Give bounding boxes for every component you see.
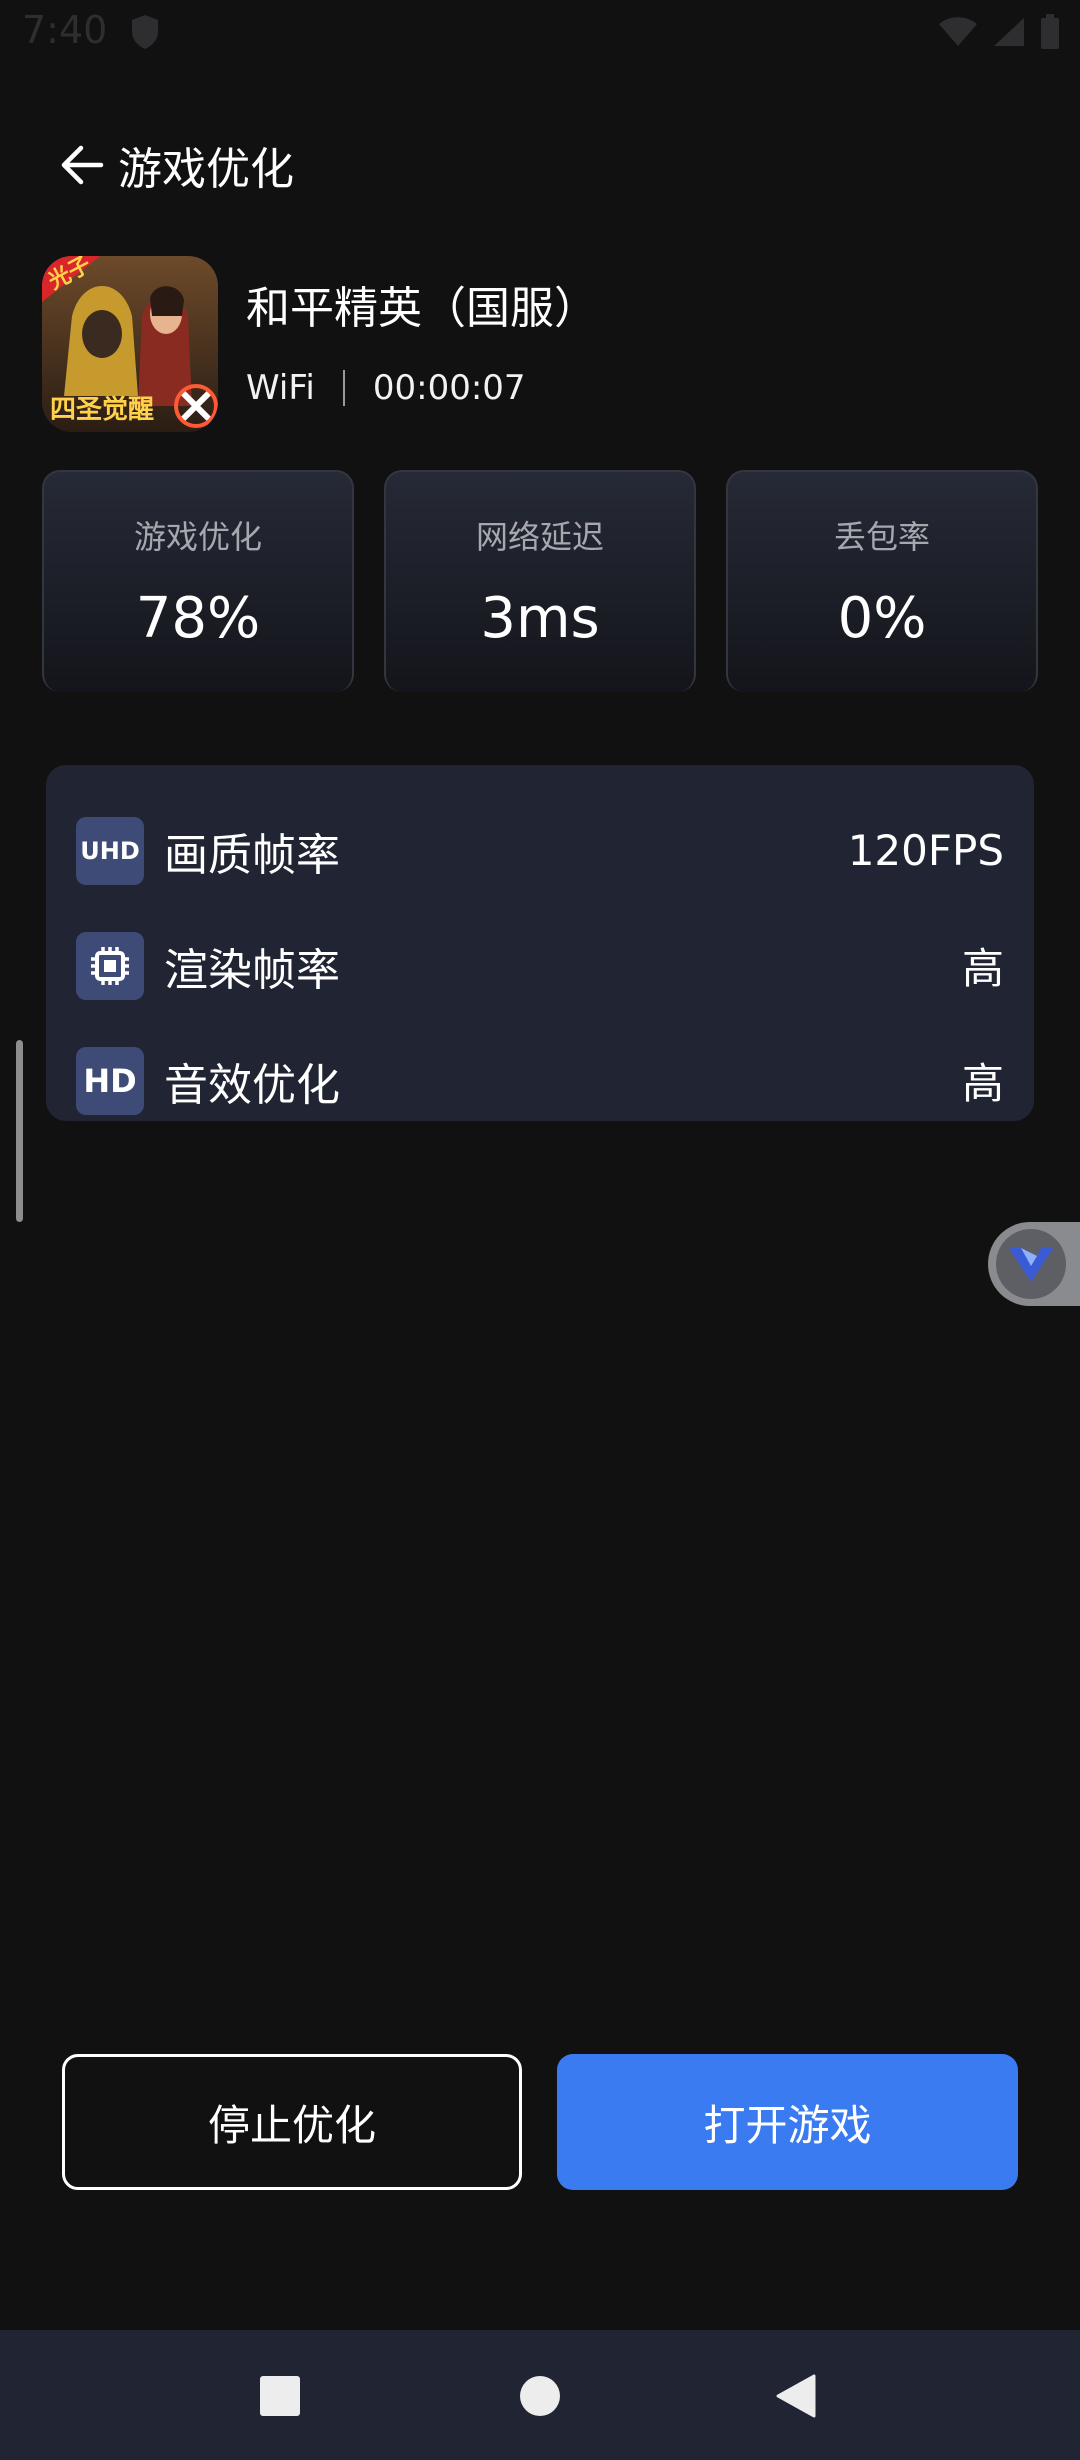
feature-label: 画质帧率: [164, 829, 340, 881]
stat-value: 78%: [135, 586, 261, 651]
stat-label: 游戏优化: [133, 518, 262, 556]
game-app-icon: 光子 四圣觉醒: [42, 256, 218, 432]
stat-card-packet-loss: 丢包率 0%: [726, 470, 1038, 692]
stat-label: 丢包率: [833, 518, 930, 556]
home-circle-icon: [520, 2376, 560, 2416]
feature-value: 120FPS: [847, 826, 1004, 875]
home-button[interactable]: [500, 2360, 580, 2432]
navigation-bar: [0, 2330, 1080, 2460]
chip-icon: [76, 931, 144, 1000]
network-type: WiFi: [246, 368, 315, 408]
header: 游戏优化: [54, 130, 294, 200]
status-icons: [938, 14, 1060, 54]
scroll-indicator[interactable]: [16, 1040, 23, 1222]
game-optimization-screen: 7:40 游戏优化 光子 四圣觉醒 和平精英（国服） WiFi 00:00:07…: [0, 0, 1080, 2460]
open-game-button[interactable]: 打开游戏: [557, 2054, 1018, 2190]
feature-row-image-fps: UHD 画质帧率 120FPS: [76, 793, 1004, 908]
recents-square-icon: [260, 2376, 300, 2416]
wifi-icon: [938, 16, 978, 52]
back-button[interactable]: [54, 137, 110, 193]
v-logo-icon: [996, 1229, 1066, 1299]
feature-row-render-fps: 渲染帧率 高: [76, 908, 1004, 1023]
stat-card-optimization: 游戏优化 78%: [42, 470, 354, 692]
stat-card-latency: 网络延迟 3ms: [384, 470, 696, 692]
arrow-left-icon: [61, 145, 104, 185]
shield-icon: [130, 14, 160, 54]
feature-panel: UHD 画质帧率 120FPS 渲染帧率 高 HD 音效优化 高: [46, 765, 1034, 1121]
meta-divider: [342, 370, 345, 406]
back-nav-button[interactable]: [756, 2360, 836, 2432]
game-meta: WiFi 00:00:07: [246, 368, 526, 408]
status-time: 7:40: [22, 8, 108, 52]
status-bar: 7:40: [0, 0, 1080, 64]
session-duration: 00:00:07: [372, 368, 526, 408]
feature-row-audio: HD 音效优化 高: [76, 1023, 1004, 1138]
back-triangle-icon: [776, 2374, 816, 2418]
uhd-badge-icon: UHD: [76, 816, 144, 885]
svg-text:四圣觉醒: 四圣觉醒: [50, 395, 154, 425]
battery-icon: [1040, 14, 1060, 54]
feature-label: 渲染帧率: [164, 944, 340, 996]
feature-value: 高: [961, 1059, 1004, 1108]
recents-button[interactable]: [240, 2360, 320, 2432]
hd-badge-icon: HD: [76, 1046, 144, 1115]
page-title: 游戏优化: [118, 144, 294, 195]
stat-value: 3ms: [480, 586, 600, 651]
stat-value: 0%: [837, 586, 927, 651]
stop-optimization-button[interactable]: 停止优化: [62, 2054, 522, 2190]
game-name: 和平精英（国服）: [246, 283, 598, 334]
signal-icon: [992, 16, 1026, 52]
stats-row: 游戏优化 78% 网络延迟 3ms 丢包率 0%: [42, 470, 1038, 692]
floating-assistant-button[interactable]: [988, 1222, 1080, 1306]
feature-label: 音效优化: [164, 1059, 340, 1111]
feature-value: 高: [961, 944, 1004, 993]
stat-label: 网络延迟: [475, 518, 604, 556]
